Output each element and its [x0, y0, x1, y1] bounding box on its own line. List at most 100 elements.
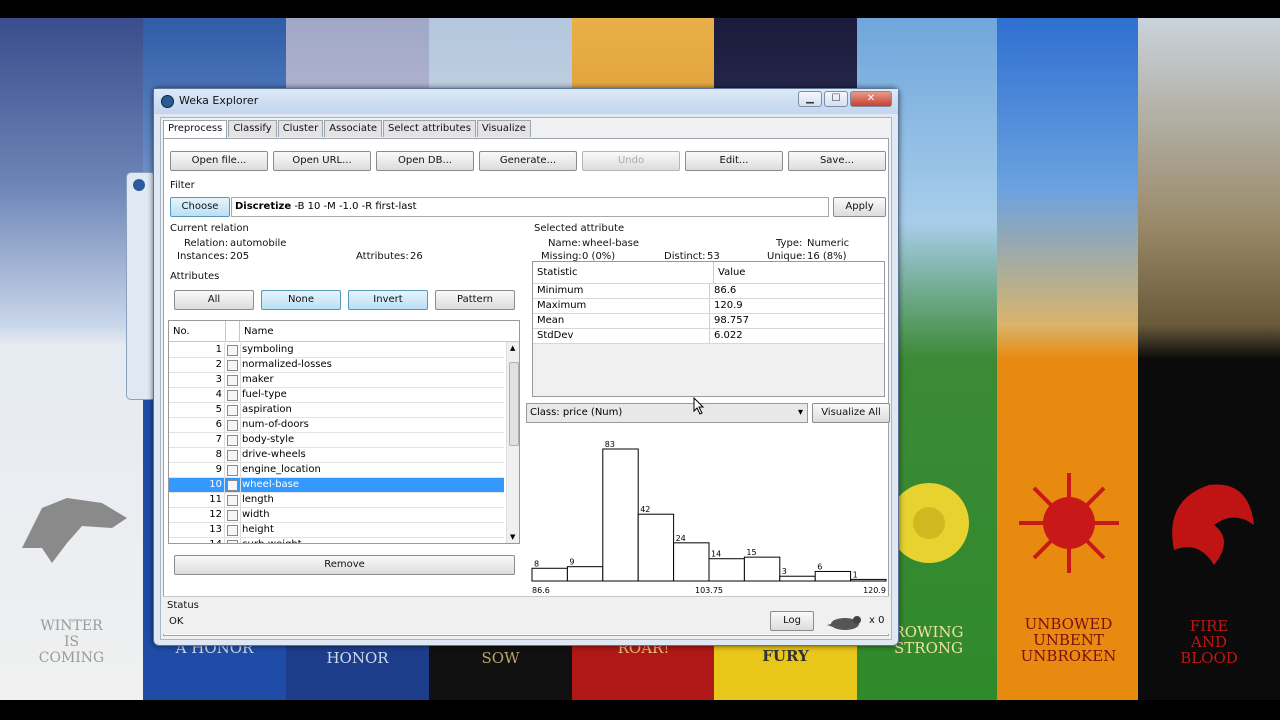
- attribute-checkbox[interactable]: [227, 510, 238, 521]
- statistic-row[interactable]: StdDev 6.022: [533, 329, 884, 344]
- attribute-checkbox[interactable]: [227, 465, 238, 476]
- scroll-down-icon[interactable]: ▼: [510, 533, 515, 541]
- choose-filter-button[interactable]: Choose: [170, 197, 230, 217]
- column-header-name[interactable]: Name: [240, 321, 519, 342]
- minimize-button[interactable]: ▁: [798, 91, 822, 107]
- generate-button[interactable]: Generate...: [479, 151, 577, 171]
- save-button[interactable]: Save...: [788, 151, 886, 171]
- attribute-number: 9: [169, 463, 225, 478]
- filter-config-field[interactable]: Discretize -B 10 -M -1.0 -R first-last: [231, 197, 829, 217]
- histogram-bar: [708, 558, 745, 582]
- select-none-button[interactable]: None: [261, 290, 341, 310]
- attribute-row[interactable]: 1 symboling: [169, 343, 504, 358]
- select-all-button[interactable]: All: [174, 290, 254, 310]
- attribute-row[interactable]: 12 width: [169, 508, 504, 523]
- current-relation-label: Current relation: [170, 223, 249, 234]
- statistic-value: 98.757: [709, 314, 749, 328]
- attribute-checkbox[interactable]: [227, 375, 238, 386]
- statistic-row[interactable]: Maximum 120.9: [533, 299, 884, 314]
- attribute-checkbox[interactable]: [227, 420, 238, 431]
- sun-spear-sigil-icon: [1018, 473, 1119, 573]
- scroll-up-icon[interactable]: ▲: [510, 344, 515, 352]
- open-db-button[interactable]: Open DB...: [376, 151, 474, 171]
- tab-cluster[interactable]: Cluster: [277, 120, 324, 137]
- attribute-checkbox[interactable]: [227, 360, 238, 371]
- open-file-button[interactable]: Open file...: [170, 151, 268, 171]
- pattern-button[interactable]: Pattern: [435, 290, 515, 310]
- statistics-table[interactable]: Statistic Value Minimum 86.6 Maximum 120.9 M…: [532, 261, 885, 397]
- weka-explorer-window: Weka Explorer ▁ ☐ ✕ Preprocess Classify …: [153, 88, 899, 646]
- attribute-checkbox[interactable]: [227, 540, 238, 543]
- tab-associate[interactable]: Associate: [324, 120, 383, 137]
- attribute-row[interactable]: 13 height: [169, 523, 504, 538]
- selected-attribute-label: Selected attribute: [534, 223, 625, 234]
- scroll-thumb[interactable]: [509, 362, 519, 446]
- title-bar[interactable]: Weka Explorer ▁ ☐ ✕: [154, 89, 898, 114]
- statistic-row[interactable]: Minimum 86.6: [533, 284, 884, 299]
- attribute-number: 4: [169, 388, 225, 403]
- attribute-checkbox[interactable]: [227, 525, 238, 536]
- attribute-checkbox[interactable]: [227, 405, 238, 416]
- histogram-bar: [673, 542, 710, 582]
- bar-value-label: 1: [853, 570, 858, 579]
- class-select[interactable]: Class: price (Num) ▾: [526, 403, 808, 423]
- tab-select-attributes[interactable]: Select attributes: [383, 120, 476, 137]
- attribute-row[interactable]: 8 drive-wheels: [169, 448, 504, 463]
- tab-visualize[interactable]: Visualize: [476, 120, 531, 137]
- column-header-no[interactable]: No.: [169, 321, 226, 342]
- bar-value-label: 42: [640, 505, 650, 514]
- banner-martell: UNBOWED UNBENT UNBROKEN: [997, 18, 1140, 700]
- tab-classify[interactable]: Classify: [228, 120, 277, 137]
- statistic-name: Maximum: [537, 300, 587, 311]
- attribute-checkbox[interactable]: [227, 435, 238, 446]
- maximize-button[interactable]: ☐: [824, 91, 848, 107]
- motto-stark: WINTER IS COMING: [38, 618, 105, 666]
- statistic-row[interactable]: Mean 98.757: [533, 314, 884, 329]
- attribute-row[interactable]: 6 num-of-doors: [169, 418, 504, 433]
- mouse-cursor-icon: [693, 397, 705, 415]
- attribute-checkbox[interactable]: [227, 480, 238, 491]
- column-header-checkbox[interactable]: [226, 321, 240, 342]
- close-button[interactable]: ✕: [850, 91, 892, 107]
- tab-preprocess[interactable]: Preprocess: [163, 120, 228, 139]
- undo-button[interactable]: Undo: [582, 151, 680, 171]
- attribute-row[interactable]: 7 body-style: [169, 433, 504, 448]
- attribute-name: width: [240, 508, 270, 523]
- attribute-row[interactable]: 11 length: [169, 493, 504, 508]
- attribute-name: maker: [240, 373, 274, 388]
- attribute-checkbox[interactable]: [227, 345, 238, 356]
- visualize-all-button[interactable]: Visualize All: [812, 403, 890, 423]
- attribute-checkbox[interactable]: [227, 390, 238, 401]
- chevron-down-icon: ▾: [797, 407, 803, 418]
- column-header-value[interactable]: Value: [713, 262, 745, 283]
- attribute-row[interactable]: 5 aspiration: [169, 403, 504, 418]
- attribute-row[interactable]: 4 fuel-type: [169, 388, 504, 403]
- attribute-name: aspiration: [240, 403, 292, 418]
- attribute-name: num-of-doors: [240, 418, 309, 433]
- attribute-name: symboling: [240, 343, 294, 358]
- attribute-row[interactable]: 9 engine_location: [169, 463, 504, 478]
- background-window[interactable]: [126, 172, 156, 400]
- explorer-client-area: Preprocess Classify Cluster Associate Se…: [160, 117, 892, 640]
- log-button[interactable]: Log: [770, 611, 814, 631]
- attribute-name: body-style: [240, 433, 294, 448]
- attribute-checkbox[interactable]: [227, 450, 238, 461]
- open-url-button[interactable]: Open URL...: [273, 151, 371, 171]
- motto-baratheon: FURY: [762, 647, 809, 665]
- edit-button[interactable]: Edit...: [685, 151, 783, 171]
- invert-selection-button[interactable]: Invert: [348, 290, 428, 310]
- weka-bird-icon: [161, 95, 174, 108]
- status-text: OK: [169, 616, 184, 627]
- apply-filter-button[interactable]: Apply: [833, 197, 886, 217]
- attribute-number: 3: [169, 373, 225, 388]
- attribute-row[interactable]: 14 curb-weight: [169, 538, 504, 543]
- attribute-row[interactable]: 10 wheel-base: [169, 478, 504, 493]
- attribute-row[interactable]: 2 normalized-losses: [169, 358, 504, 373]
- attributes-table[interactable]: No. Name 1 symboling 2 normalized-losses 3 ma…: [168, 320, 520, 544]
- attributes-scrollbar[interactable]: ▲ ▼: [506, 342, 519, 543]
- attribute-row[interactable]: 3 maker: [169, 373, 504, 388]
- attribute-number: 2: [169, 358, 225, 373]
- remove-button[interactable]: Remove: [174, 555, 515, 575]
- column-header-statistic[interactable]: Statistic: [537, 262, 578, 284]
- attribute-checkbox[interactable]: [227, 495, 238, 506]
